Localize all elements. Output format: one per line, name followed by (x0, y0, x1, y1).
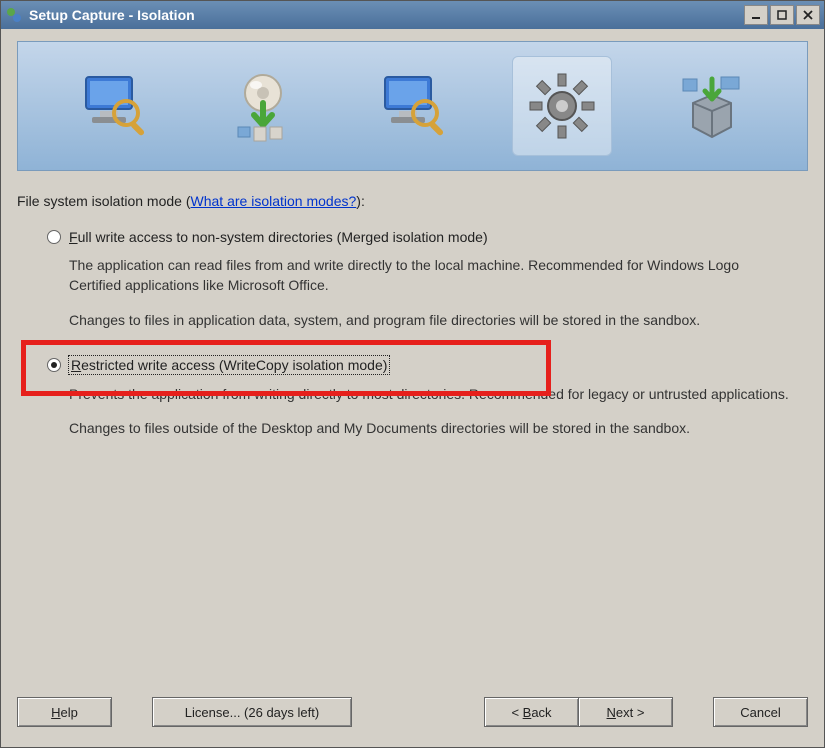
option-restricted-desc1: Prevents the application from writing di… (69, 384, 789, 404)
option-full-radio-row[interactable]: Full write access to non-system director… (47, 229, 808, 245)
license-button[interactable]: License... (26 days left) (152, 697, 352, 727)
window-title: Setup Capture - Isolation (29, 7, 744, 23)
radio-full-label[interactable]: Full write access to non-system director… (69, 229, 488, 245)
option-full-desc2: Changes to files in application data, sy… (69, 310, 789, 330)
step-install-icon[interactable] (213, 56, 313, 156)
option-full-desc1: The application can read files from and … (69, 255, 789, 296)
close-button[interactable] (796, 5, 820, 25)
maximize-button[interactable] (770, 5, 794, 25)
options-area: Full write access to non-system director… (17, 229, 808, 687)
window-controls (744, 5, 820, 25)
minimize-button[interactable] (744, 5, 768, 25)
step-settings-icon[interactable] (512, 56, 612, 156)
wizard-steps-bar (17, 41, 808, 171)
title-bar: Setup Capture - Isolation (1, 1, 824, 29)
wizard-window: Setup Capture - Isolation (0, 0, 825, 748)
wizard-button-bar: Help License... (26 days left) < Back Ne… (1, 687, 824, 747)
radio-full[interactable] (47, 230, 61, 244)
prompt-suffix: ): (356, 193, 365, 209)
radio-full-label-text: ull write access to non-system directori… (78, 229, 488, 245)
prompt: File system isolation mode (What are iso… (17, 193, 808, 209)
radio-restricted[interactable] (47, 358, 61, 372)
next-button[interactable]: Next > (578, 697, 673, 727)
prompt-label: File system isolation mode ( (17, 193, 191, 209)
step-scan-icon[interactable] (63, 56, 163, 156)
radio-restricted-label-text: estricted write access (WriteCopy isolat… (81, 357, 387, 373)
content-area: File system isolation mode (What are iso… (1, 29, 824, 687)
isolation-help-link[interactable]: What are isolation modes? (191, 193, 357, 209)
option-restricted-radio-row[interactable]: Restricted write access (WriteCopy isola… (47, 356, 808, 374)
option-restricted-access: Restricted write access (WriteCopy isola… (47, 356, 808, 439)
cancel-button[interactable]: Cancel (713, 697, 808, 727)
back-button[interactable]: < Back (484, 697, 579, 727)
help-button[interactable]: Help (17, 697, 112, 727)
app-icon (5, 6, 23, 24)
option-restricted-desc2: Changes to files outside of the Desktop … (69, 418, 789, 438)
radio-restricted-label[interactable]: Restricted write access (WriteCopy isola… (69, 356, 389, 374)
option-full-access: Full write access to non-system director… (47, 229, 808, 330)
step-package-icon[interactable] (662, 56, 762, 156)
step-postscan-icon[interactable] (362, 56, 462, 156)
